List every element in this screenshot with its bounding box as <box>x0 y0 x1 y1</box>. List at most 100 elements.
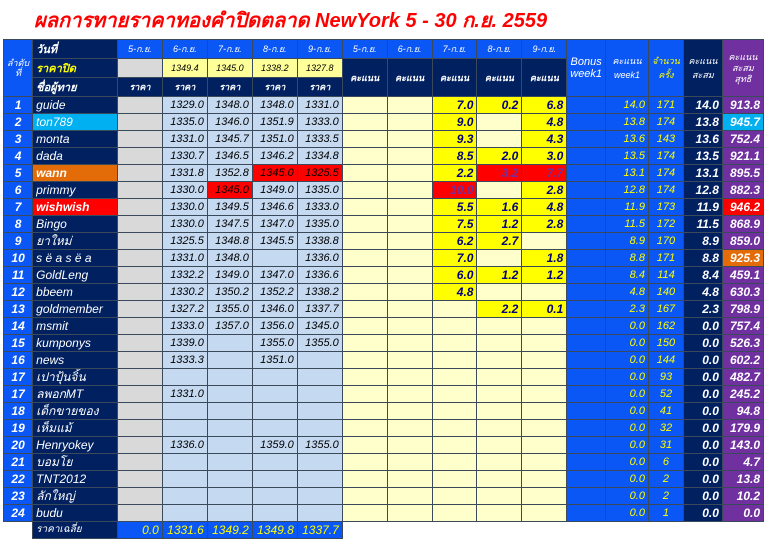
price-cell <box>206 487 253 505</box>
bonus-cell <box>566 215 607 233</box>
table-row: 14 msmit 1333.0 1357.0 1356.0 1345.0 0.0 162 0.0… <box>2 317 764 335</box>
count-cell: 174 <box>647 181 684 199</box>
score-cell <box>341 147 388 165</box>
score-cell: 2.8 <box>521 215 568 233</box>
score-cell <box>341 368 388 386</box>
score-cell <box>341 266 388 284</box>
date-header: 5-ก.ย. <box>341 39 388 59</box>
close-price: 1349.4 <box>161 58 208 78</box>
price-cell <box>117 215 163 233</box>
score-cell <box>521 317 568 335</box>
player-name: guide <box>32 96 119 114</box>
score-cell <box>341 181 388 199</box>
total-score: 913.8 <box>721 96 764 114</box>
price-cell <box>117 96 163 114</box>
week1-score: 14.0 <box>605 96 649 114</box>
score-cell <box>341 487 388 505</box>
score-cell: 9.3 <box>431 130 478 148</box>
player-name: เปาปุ้นจิ้น <box>32 368 119 386</box>
score-cell <box>341 351 388 369</box>
total-score: 13.8 <box>721 470 764 488</box>
score-cell: 7.0 <box>431 249 478 267</box>
sum-score: 8.9 <box>682 232 723 250</box>
rank-cell: 17 <box>2 385 34 403</box>
score-cell <box>431 487 478 505</box>
price-cell: 1336.0 <box>161 436 208 454</box>
week1-score: 13.6 <box>605 130 649 148</box>
score-cell <box>521 453 568 471</box>
price-cell <box>296 487 343 505</box>
score-cell <box>386 232 433 250</box>
score-cell <box>431 334 478 352</box>
count-cell: 173 <box>647 198 684 216</box>
week1-score: 0.0 <box>605 436 649 454</box>
price-cell: 1352.2 <box>251 283 298 301</box>
total-score: 757.4 <box>721 317 764 335</box>
score-cell: 2.0 <box>476 147 523 165</box>
score-cell <box>521 419 568 437</box>
score-cell <box>521 402 568 420</box>
total-header: คะแนน สะสม สุทธิ <box>721 39 764 97</box>
sum-score: 2.3 <box>682 300 723 318</box>
score-cell <box>341 453 388 471</box>
sum-score: 4.8 <box>682 283 723 301</box>
count-cell: 174 <box>647 147 684 165</box>
price-cell <box>296 351 343 369</box>
rank-cell: 23 <box>2 487 34 505</box>
price-cell <box>117 419 163 437</box>
score-cell <box>521 334 568 352</box>
blank-cell <box>342 521 764 539</box>
score-cell: 6.0 <box>431 266 478 284</box>
week1-score: 8.9 <box>605 232 649 250</box>
count-cell: 32 <box>647 419 684 437</box>
price-cell: 1348.0 <box>206 249 253 267</box>
price-cell: 1356.0 <box>251 317 298 335</box>
total-score: 94.8 <box>721 402 764 420</box>
total-score: 602.2 <box>721 351 764 369</box>
week1-score: 11.9 <box>605 198 649 216</box>
score-cell: 0.1 <box>521 300 568 318</box>
total-score: 882.3 <box>721 181 764 199</box>
score-cell <box>341 96 388 114</box>
count-cell: 171 <box>647 249 684 267</box>
sum-score: 0.0 <box>682 351 723 369</box>
week1-score: 13.1 <box>605 164 649 182</box>
count-cell: 144 <box>647 351 684 369</box>
score-header: คะแนน <box>431 58 478 97</box>
score-cell <box>431 385 478 403</box>
price-cell <box>117 487 163 505</box>
price-cell: 1346.2 <box>251 147 298 165</box>
close-price: 1345.0 <box>206 58 253 78</box>
bonus-cell <box>566 419 607 437</box>
sum-score: 0.0 <box>682 470 723 488</box>
price-cell: 1346.6 <box>251 198 298 216</box>
price-header: ราคา <box>117 77 163 97</box>
score-cell: 1.8 <box>521 249 568 267</box>
blank-cell <box>3 521 33 539</box>
price-cell <box>117 300 163 318</box>
player-name: บอมโย <box>32 453 119 471</box>
bonus-header: Bonus week1 <box>566 39 607 97</box>
rank-cell: 3 <box>2 130 34 148</box>
table-row: 15 kumponys 1339.0 1355.0 1355.0 0.0 150 0.0 526… <box>2 334 764 352</box>
bonus-cell <box>566 487 607 505</box>
score-cell <box>341 130 388 148</box>
table-row: 17 ลพอกMT 1331.0 0.0 52 0.0 245.2 <box>2 385 764 403</box>
total-score: 798.9 <box>721 300 764 318</box>
bonus-cell <box>566 368 607 386</box>
price-cell <box>206 419 253 437</box>
rank-cell: 2 <box>2 113 34 131</box>
sum-score: 12.8 <box>682 181 723 199</box>
score-cell: 1.6 <box>476 198 523 216</box>
week1-score: 8.4 <box>605 266 649 284</box>
score-cell <box>431 453 478 471</box>
sum-score: 8.8 <box>682 249 723 267</box>
score-cell <box>476 351 523 369</box>
total-score: 245.2 <box>721 385 764 403</box>
count-cell: 52 <box>647 385 684 403</box>
total-score: 945.7 <box>721 113 764 131</box>
rank-cell: 20 <box>2 436 34 454</box>
close-price: 1327.8 <box>296 58 343 78</box>
player-name: เด็กขายของ <box>32 402 119 420</box>
price-cell <box>161 453 208 471</box>
